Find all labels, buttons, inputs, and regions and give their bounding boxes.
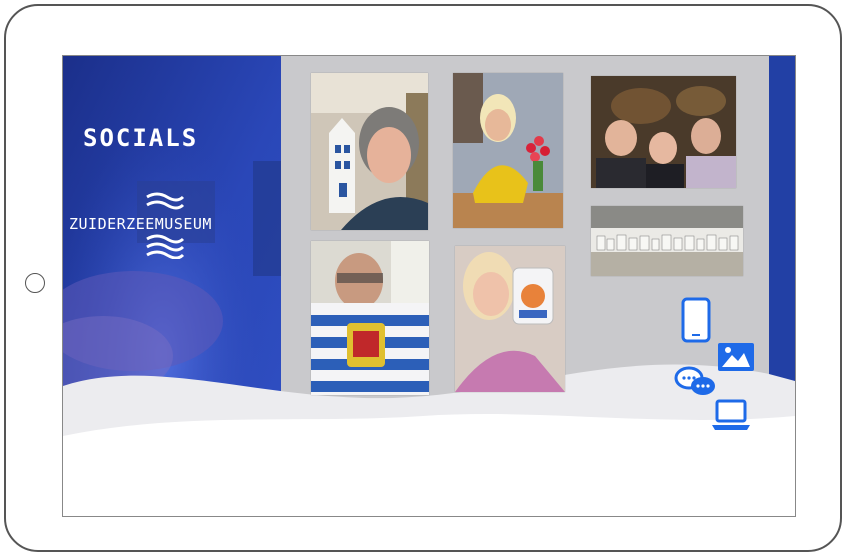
photo-woman-with-product[interactable] — [455, 246, 565, 392]
logo-waves-bottom-icon — [146, 234, 185, 259]
photo-woman-with-house-model[interactable] — [311, 73, 428, 230]
photo-woman-with-tulips[interactable] — [453, 73, 563, 228]
laptop-icon — [712, 399, 750, 430]
socials-title: SOCIALS — [83, 124, 199, 152]
app-screen: SOCIALS ZUIDERZEEMUSEUM — [62, 55, 796, 517]
chat-icon — [674, 366, 715, 395]
image-icon — [718, 343, 754, 371]
logo-text: ZUIDERZEEMUSEUM — [69, 215, 212, 233]
photo-miniature-houses-shelf[interactable] — [591, 206, 743, 276]
logo-waves-icon — [146, 192, 185, 210]
museum-logo: ZUIDERZEEMUSEUM — [69, 191, 275, 261]
photo-selfie-painting[interactable] — [591, 76, 736, 188]
photo-man-with-flag[interactable] — [311, 241, 429, 395]
smartphone-icon — [681, 297, 711, 343]
home-button[interactable] — [25, 273, 45, 293]
